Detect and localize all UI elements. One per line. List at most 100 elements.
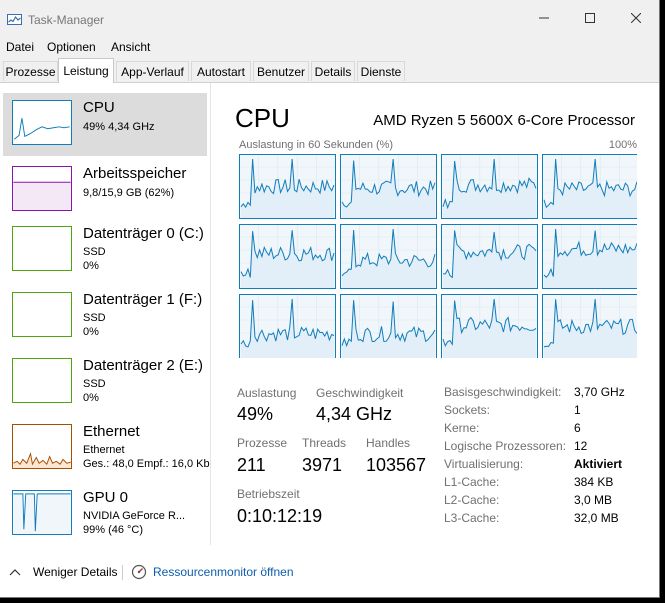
core-graph [239, 294, 336, 358]
disk-thumbnail-graph [12, 358, 72, 403]
sidebar-item-usage: 0% [83, 260, 99, 272]
core-graph [340, 294, 437, 358]
speed-label: Geschwindigkeit [316, 386, 404, 400]
threads-value: 3971 [302, 455, 343, 475]
task-manager-window: Task-Manager Datei Optionen Ansicht Proz… [0, 0, 660, 598]
uptime-label: Betriebszeit [237, 487, 300, 501]
spec-value-logical-processors: 12 [574, 439, 588, 453]
sidebar-item-disk-0[interactable]: Datenträger 0 (C:) SSD 0% [3, 219, 207, 282]
utilization-label: Auslastung [237, 386, 297, 400]
core-graph [340, 154, 437, 219]
menu-bar: Datei Optionen Ansicht [0, 36, 659, 58]
tab-dienste[interactable]: Dienste [357, 61, 405, 81]
sidebar-item-label: GPU 0 [83, 489, 129, 506]
sidebar-item-arbeitsspeicher[interactable]: Arbeitsspeicher 9,8/15,9 GB (62%) [3, 159, 207, 222]
sidebar-item-usage: 99% (46 °C) [83, 524, 144, 536]
graph-max-label: 100% [608, 139, 637, 151]
tab-details[interactable]: Details [311, 61, 355, 81]
footer-bar: Weniger Details Ressourcenmonitor öffnen [0, 547, 659, 597]
task-manager-icon [7, 14, 22, 25]
fewer-details-label: Weniger Details [33, 565, 118, 579]
core-graph [542, 294, 637, 358]
sidebar-item-detail: Ethernet [83, 444, 125, 456]
resource-monitor-icon [131, 564, 147, 580]
utilization-value: 49% [237, 404, 274, 424]
spec-label-l2-cache: L2-Cache: [444, 493, 500, 507]
spec-label-logical-processors: Logische Prozessoren: [444, 439, 567, 453]
spec-value-l3-cache: 32,0 MB [574, 511, 619, 525]
core-graph [542, 154, 637, 219]
sidebar-item-gpu-0[interactable]: GPU 0 NVIDIA GeForce R... 99% (46 °C) [3, 483, 207, 546]
cpu-detail-panel: CPU AMD Ryzen 5 5600X 6-Core Processor A… [211, 83, 659, 547]
close-button[interactable] [613, 0, 659, 36]
sidebar-item-label: CPU [83, 99, 115, 116]
sidebar-item-detail: SSD [83, 246, 106, 258]
spec-value-l2-cache: 3,0 MB [574, 493, 613, 507]
tab-app-verlauf[interactable]: App-Verlauf [116, 61, 189, 81]
tab-autostart[interactable]: Autostart [191, 61, 251, 81]
ethernet-thumbnail-graph [12, 424, 72, 469]
minimize-button[interactable] [521, 0, 567, 36]
tab-strip: Prozesse Leistung App-Verlauf Autostart … [0, 58, 659, 83]
tab-benutzer[interactable]: Benutzer [253, 61, 309, 81]
cpu-model-name: AMD Ryzen 5 5600X 6-Core Processor [373, 112, 635, 129]
spec-label-virtualization: Virtualisierung: [444, 457, 524, 471]
maximize-button[interactable] [567, 0, 613, 36]
tab-leistung[interactable]: Leistung [58, 58, 114, 83]
spec-label-base-speed: Basisgeschwindigkeit: [444, 385, 562, 399]
close-icon [631, 13, 641, 23]
sidebar-item-cpu[interactable]: CPU 49% 4,34 GHz [3, 93, 207, 156]
sidebar-item-disk-2[interactable]: Datenträger 2 (E:) SSD 0% [3, 351, 207, 414]
handles-label: Handles [366, 436, 411, 450]
uptime-value: 0:10:12:19 [237, 506, 323, 526]
maximize-icon [585, 13, 595, 23]
sidebar-item-throughput: Ges.: 48,0 Empf.: 16,0 Kb [83, 458, 210, 470]
sidebar-item-label: Ethernet [83, 423, 140, 440]
core-graph [239, 154, 336, 219]
core-graph [340, 224, 437, 289]
sidebar-item-usage: 0% [83, 392, 99, 404]
spec-value-sockets: 1 [574, 403, 581, 417]
sidebar-item-disk-1[interactable]: Datenträger 1 (F:) SSD 0% [3, 285, 207, 348]
sidebar-item-ethernet[interactable]: Ethernet Ethernet Ges.: 48,0 Empf.: 16,0… [3, 417, 210, 480]
title-bar: Task-Manager [0, 0, 659, 36]
processes-label: Prozesse [237, 436, 288, 450]
cpu-thumbnail-graph [12, 100, 72, 145]
sidebar-item-label: Datenträger 1 (F:) [83, 291, 203, 308]
sidebar-item-detail: NVIDIA GeForce R... [83, 510, 186, 522]
footer-divider [122, 565, 123, 580]
tab-prozesse[interactable]: Prozesse [3, 61, 58, 81]
logical-processor-graphs [239, 154, 637, 358]
graph-caption: Auslastung in 60 Sekunden (%) [239, 139, 394, 151]
disk-thumbnail-graph [12, 226, 72, 271]
sidebar-item-detail: SSD [83, 378, 106, 390]
sidebar-item-detail: 9,8/15,9 GB (62%) [83, 187, 175, 199]
core-graph [441, 224, 538, 289]
speed-value: 4,34 GHz [316, 404, 393, 424]
core-graph [441, 294, 538, 358]
page-title: CPU [235, 103, 290, 133]
gpu-thumbnail-graph [12, 490, 72, 535]
threads-label: Threads [302, 436, 347, 450]
resource-monitor-link[interactable]: Ressourcenmonitor öffnen [131, 564, 294, 580]
spec-value-virtualization: Aktiviert [574, 457, 623, 471]
sidebar-item-detail: SSD [83, 312, 106, 324]
core-graph [441, 154, 538, 219]
spec-value-l1-cache: 384 KB [574, 475, 614, 489]
menu-datei[interactable]: Datei [6, 40, 34, 54]
spec-value-cores: 6 [574, 421, 581, 435]
fewer-details-button[interactable]: Weniger Details [9, 564, 117, 580]
minimize-icon [539, 17, 549, 19]
window-title: Task-Manager [28, 13, 105, 27]
resource-sidebar: CPU 49% 4,34 GHz Arbeitsspeicher 9,8/15,… [0, 83, 210, 547]
handles-value: 103567 [366, 455, 427, 475]
spec-label-sockets: Sockets: [444, 403, 491, 417]
memory-thumbnail-graph [12, 166, 72, 211]
processes-value: 211 [237, 455, 266, 475]
menu-ansicht[interactable]: Ansicht [111, 40, 150, 54]
menu-optionen[interactable]: Optionen [47, 40, 96, 54]
sidebar-item-detail: 49% 4,34 GHz [83, 121, 155, 133]
spec-value-base-speed: 3,70 GHz [574, 385, 625, 399]
sidebar-item-label: Arbeitsspeicher [83, 165, 187, 182]
sidebar-item-label: Datenträger 2 (E:) [83, 357, 204, 374]
